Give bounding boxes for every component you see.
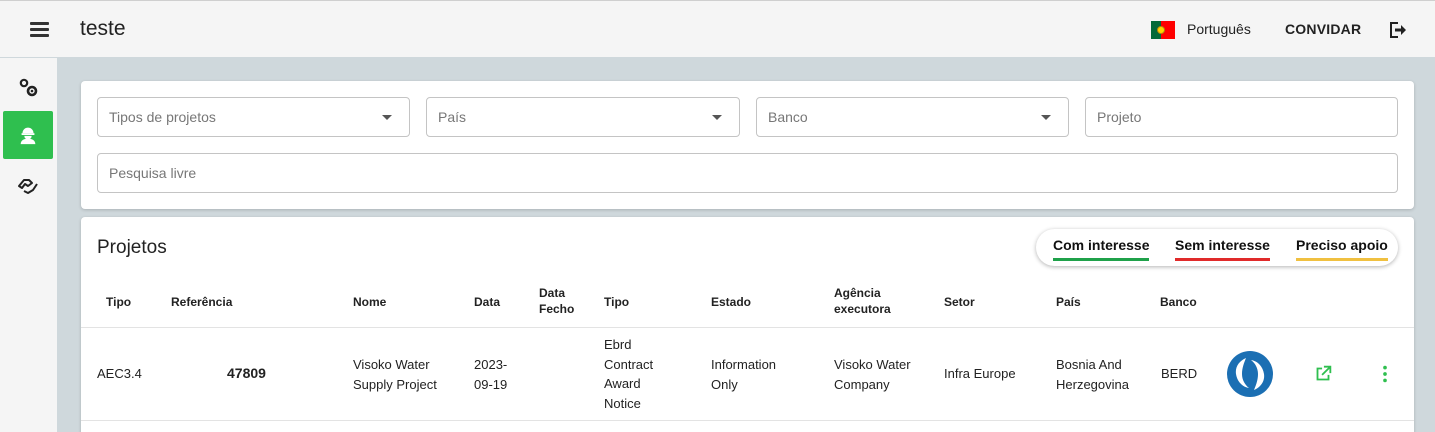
invite-button[interactable]: CONVIDAR	[1285, 21, 1361, 37]
row-divider	[81, 420, 1414, 421]
cell-banco: BERD	[1161, 366, 1198, 381]
bank-label: Banco	[768, 109, 808, 125]
sidebar-item-partnerships[interactable]	[3, 162, 53, 210]
cell-setor: Infra Europe	[944, 366, 1016, 381]
header-divider	[81, 327, 1414, 328]
sidebar	[0, 58, 57, 432]
column-header-setor[interactable]: Setor	[944, 294, 975, 310]
worker-icon	[20, 127, 36, 145]
column-header-data-fecho[interactable]: Data Fecho	[539, 285, 584, 317]
portugal-flag-icon	[1151, 21, 1175, 39]
sidebar-item-settings[interactable]	[3, 64, 53, 112]
legend-need-support[interactable]: Preciso apoio	[1296, 237, 1388, 261]
more-options-icon[interactable]	[1373, 363, 1397, 385]
open-external-icon[interactable]	[1312, 363, 1334, 385]
cell-pais: Bosnia And Herzegovina	[1056, 357, 1129, 392]
cell-tipo-2: Ebrd Contract Award Notice	[604, 337, 654, 411]
project-input[interactable]: Projeto	[1085, 97, 1398, 137]
chevron-down-icon	[382, 115, 392, 120]
app-title: teste	[80, 17, 126, 40]
project-types-select[interactable]: Tipos de projetos	[97, 97, 410, 137]
project-types-label: Tipos de projetos	[109, 109, 216, 125]
language-selector[interactable]: Português	[1187, 21, 1251, 37]
interest-legend: Com interesse Sem interesse Preciso apoi…	[1036, 229, 1398, 266]
filters-card: Tipos de projetos País Banco Projeto Pes…	[81, 81, 1414, 209]
cell-referencia: 47809	[227, 365, 266, 381]
top-bar: teste Português CONVIDAR	[0, 0, 1435, 57]
column-header-agencia[interactable]: Agência executora	[834, 285, 904, 317]
column-header-banco[interactable]: Banco	[1160, 294, 1197, 310]
column-header-tipo[interactable]: Tipo	[106, 294, 131, 310]
bank-select[interactable]: Banco	[756, 97, 1069, 137]
menu-icon[interactable]	[26, 18, 54, 42]
projects-card: Projetos Com interesse Sem interesse Pre…	[81, 217, 1414, 432]
chevron-down-icon	[1041, 115, 1051, 120]
cell-nome: Visoko Water Supply Project	[353, 357, 437, 392]
cell-tipo: AEC3.4	[97, 366, 142, 381]
column-header-data[interactable]: Data	[474, 294, 500, 310]
column-header-referencia[interactable]: Referência	[171, 294, 232, 310]
country-select[interactable]: País	[426, 97, 740, 137]
free-search-placeholder: Pesquisa livre	[109, 165, 197, 181]
legend-no-interest[interactable]: Sem interesse	[1175, 237, 1270, 261]
ebrd-logo-icon	[1227, 351, 1273, 397]
sidebar-item-projects[interactable]	[3, 111, 53, 159]
column-header-estado[interactable]: Estado	[711, 294, 751, 310]
cell-agencia: Visoko Water Company	[834, 357, 911, 392]
free-search-input[interactable]: Pesquisa livre	[97, 153, 1398, 193]
column-header-tipo-2[interactable]: Tipo	[604, 294, 629, 310]
handshake-icon	[18, 179, 38, 194]
column-header-nome[interactable]: Nome	[353, 294, 386, 310]
logout-icon[interactable]	[1386, 18, 1410, 42]
projects-title: Projetos	[97, 237, 167, 258]
chevron-down-icon	[712, 115, 722, 120]
cell-data: 2023-09-19	[474, 357, 508, 392]
project-placeholder: Projeto	[1097, 109, 1142, 125]
gears-icon	[19, 78, 38, 97]
legend-interest[interactable]: Com interesse	[1053, 237, 1150, 261]
legend-no-interest-label: Sem interesse	[1175, 237, 1270, 253]
column-header-pais[interactable]: País	[1056, 294, 1081, 310]
cell-estado: Information Only	[711, 357, 777, 392]
legend-interest-label: Com interesse	[1053, 237, 1150, 253]
country-label: País	[438, 109, 467, 125]
legend-need-support-label: Preciso apoio	[1296, 237, 1388, 253]
